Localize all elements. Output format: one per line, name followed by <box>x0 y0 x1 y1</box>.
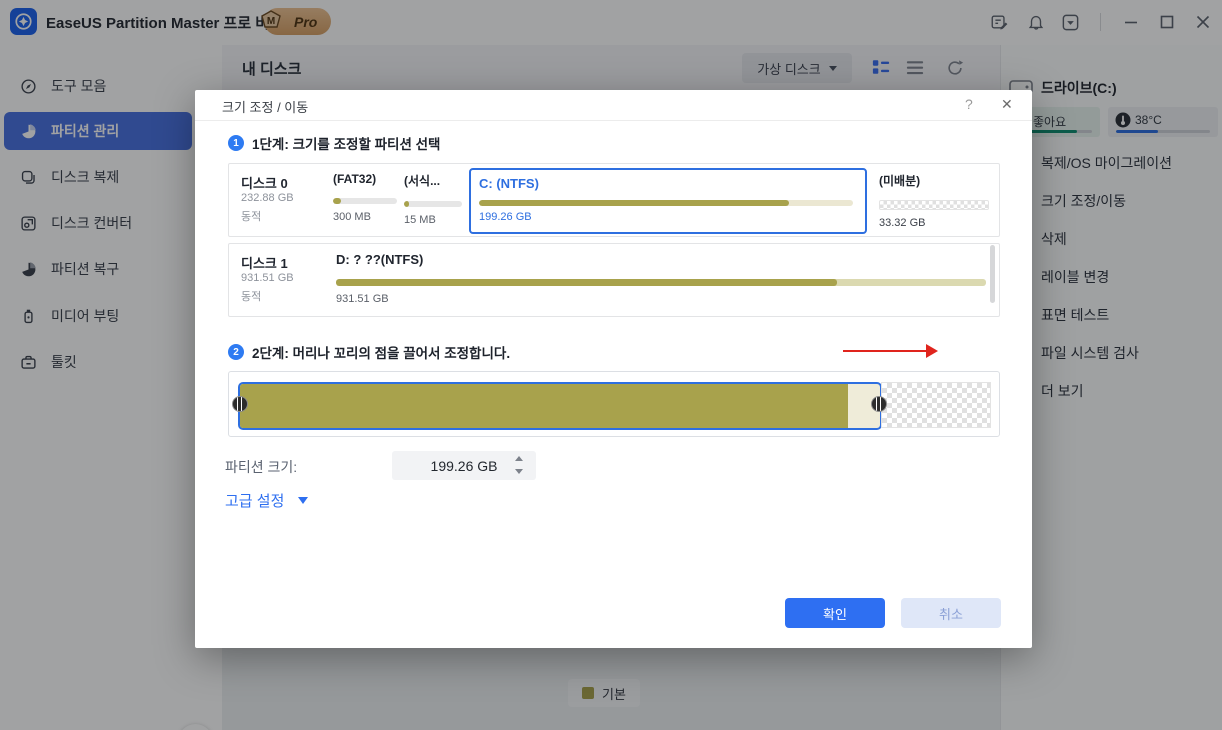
right-resize-handle[interactable] <box>871 396 887 412</box>
partition-fat32-bar <box>333 198 397 204</box>
partition-d-bar <box>336 279 986 286</box>
dialog-title: 크기 조정 / 이동 <box>222 97 308 116</box>
partition-drag-region[interactable] <box>238 382 882 430</box>
partition-size-stepper[interactable] <box>513 454 527 476</box>
disk1-capacity: 931.51 GB <box>241 272 294 284</box>
left-resize-handle[interactable] <box>232 396 248 412</box>
stepper-up-icon[interactable] <box>515 456 523 461</box>
disk-list-scrollbar[interactable] <box>990 245 995 303</box>
step1-number-badge: 1 <box>228 135 244 151</box>
disk0-name: 디스크 0 <box>241 173 288 192</box>
partition-c-selected[interactable]: C: (NTFS) 199.26 GB <box>469 168 867 234</box>
disk0-type: 동적 <box>241 208 261 224</box>
resize-move-dialog: 크기 조정 / 이동 ? ✕ 1 1단계: 크기를 조정할 파티션 선택 디스크… <box>195 90 1032 648</box>
dialog-header: 크기 조정 / 이동 ? ✕ <box>195 90 1032 121</box>
step2-number-badge: 2 <box>228 344 244 360</box>
disk0-row: 디스크 0 232.88 GB 동적 (FAT32) 300 MB (서식...… <box>228 163 1000 237</box>
step2-text: 2단계: 머리나 꼬리의 점을 끌어서 조정합니다. <box>252 342 510 362</box>
step2-row: 2 2단계: 머리나 꼬리의 점을 끌어서 조정합니다. <box>228 342 510 362</box>
partition-format[interactable]: (서식... 15 MB <box>404 172 462 226</box>
stepper-down-icon[interactable] <box>515 469 523 474</box>
disk1-row: 디스크 1 931.51 GB 동적 D: ? ??(NTFS) 931.51 … <box>228 243 1000 317</box>
advanced-settings-link[interactable]: 고급 설정 <box>225 490 308 511</box>
disk0-capacity: 232.88 GB <box>241 192 294 204</box>
app-window: EaseUS Partition Master 프로 버전 M Pro <box>0 0 1222 730</box>
disk1-type: 동적 <box>241 288 261 304</box>
dialog-close-icon[interactable]: ✕ <box>1001 96 1013 113</box>
drag-hint-arrow-icon <box>843 350 927 352</box>
resize-slider-track <box>228 371 1000 437</box>
ok-button[interactable]: 확인 <box>785 598 885 628</box>
advanced-caret-icon <box>298 497 308 504</box>
partition-format-bar <box>404 201 462 207</box>
disk1-name: 디스크 1 <box>241 253 288 272</box>
partition-used-fill <box>240 384 848 428</box>
unallocated-region <box>881 382 991 428</box>
help-icon[interactable]: ? <box>965 96 973 112</box>
partition-unallocated-bar <box>879 200 989 210</box>
cancel-button[interactable]: 취소 <box>901 598 1001 628</box>
partition-unallocated[interactable]: (미배분) 33.32 GB <box>879 172 989 229</box>
partition-size-label: 파티션 크기: <box>225 457 297 477</box>
partition-d[interactable]: D: ? ??(NTFS) 931.51 GB <box>336 252 986 305</box>
partition-c-bar <box>479 200 853 206</box>
advanced-settings-label: 고급 설정 <box>225 490 284 511</box>
step1-row: 1 1단계: 크기를 조정할 파티션 선택 <box>228 133 440 153</box>
step1-text: 1단계: 크기를 조정할 파티션 선택 <box>252 133 440 153</box>
partition-fat32[interactable]: (FAT32) 300 MB <box>333 172 397 223</box>
